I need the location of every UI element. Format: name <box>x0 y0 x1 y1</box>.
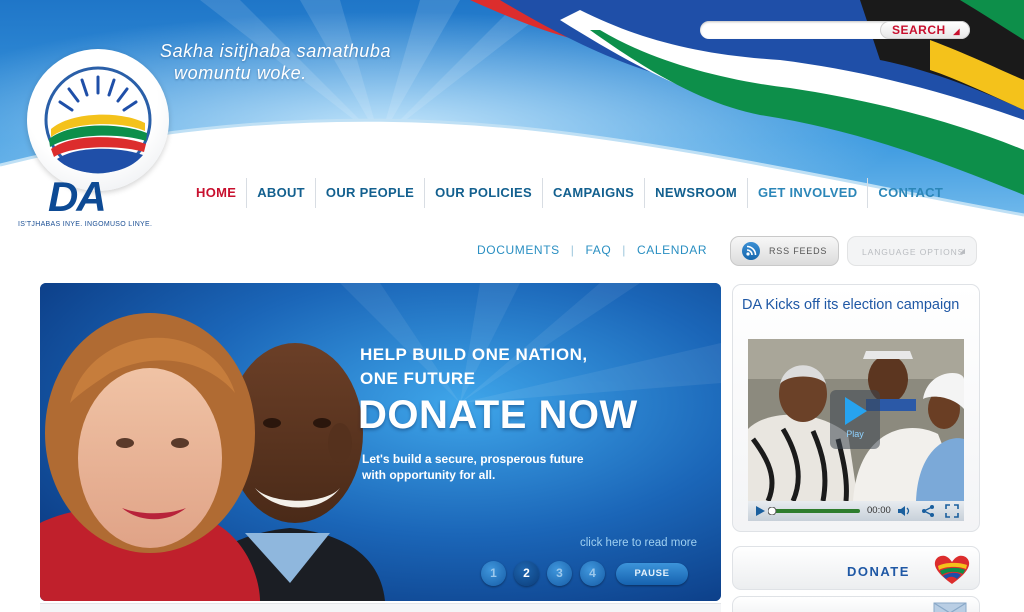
da-logo[interactable]: DA <box>27 49 169 220</box>
banner-headline-line-2: ONE FUTURE <box>360 369 476 388</box>
logo-sun-emblem <box>27 49 169 191</box>
dropdown-caret-icon: ◢ <box>959 248 965 255</box>
header-slogan: Sakha isitjhaba samathuba womuntu woke. <box>160 40 391 84</box>
nav-item-home[interactable]: HOME <box>186 178 246 208</box>
share-icon[interactable] <box>920 503 936 519</box>
heart-icon <box>934 555 970 584</box>
read-more-link[interactable]: click here to read more <box>580 537 697 549</box>
pager-page-4[interactable]: 4 <box>580 561 605 586</box>
nav-item-about[interactable]: ABOUT <box>246 178 315 208</box>
search-button-label: SEARCH <box>892 23 946 37</box>
nav-separator: | <box>622 243 626 257</box>
link-documents[interactable]: DOCUMENTS <box>477 243 560 257</box>
nav-item-get-involved[interactable]: GET INVOLVED <box>746 178 867 208</box>
side-donate-button[interactable]: DONATE <box>732 546 980 590</box>
banner-headline-line-1: HELP BUILD ONE NATION, <box>360 345 588 364</box>
search-box: SEARCH ◢ <box>700 21 970 39</box>
link-faq[interactable]: FAQ <box>585 243 611 257</box>
rss-feeds-label: RSS FEEDS <box>769 246 828 256</box>
side-donate-label: DONATE <box>847 564 910 579</box>
play-label: Play <box>846 429 864 439</box>
banner-headline: HELP BUILD ONE NATION, ONE FUTURE <box>360 343 588 391</box>
pager-page-3[interactable]: 3 <box>547 561 572 586</box>
banner-pagination: 1 2 3 4 PAUSE <box>481 561 688 586</box>
video-progress-bar[interactable] <box>768 507 860 515</box>
nav-item-our-policies[interactable]: OUR POLICIES <box>424 178 542 208</box>
nav-separator: | <box>570 243 575 257</box>
banner-subtext: Let's build a secure, prosperous future … <box>362 451 662 483</box>
donate-now-heading[interactable]: DONATE NOW <box>358 393 638 438</box>
banner-subtext-line-1: Let's build a secure, prosperous future <box>362 452 584 466</box>
language-options-dropdown[interactable]: LANGUAGE OPTIONS ◢ <box>847 236 977 266</box>
search-input[interactable] <box>708 22 878 38</box>
site-header: Sakha isitjhaba samathuba womuntu woke. … <box>0 0 1024 235</box>
search-arrow-icon: ◢ <box>953 27 960 36</box>
play-small-icon[interactable] <box>752 503 768 519</box>
nav-item-newsroom[interactable]: NEWSROOM <box>644 178 747 208</box>
play-icon <box>845 397 867 425</box>
volume-icon[interactable] <box>896 503 912 519</box>
banner-photo <box>40 283 721 601</box>
video-time: 00:00 <box>867 505 891 516</box>
pager-page-1[interactable]: 1 <box>481 561 506 586</box>
video-controls: 00:00 <box>748 501 964 521</box>
banner-bottom-edge <box>40 603 721 612</box>
next-widget[interactable] <box>732 596 980 612</box>
main-navigation: HOME ABOUT OUR PEOPLE OUR POLICIES CAMPA… <box>186 178 953 208</box>
donate-banner[interactable]: HELP BUILD ONE NATION, ONE FUTURE DONATE… <box>40 283 721 601</box>
language-options-label: LANGUAGE OPTIONS <box>862 247 965 257</box>
fullscreen-icon[interactable] <box>944 503 960 519</box>
sun-emblem-icon <box>44 66 152 174</box>
secondary-navigation: DOCUMENTS | FAQ | CALENDAR <box>477 243 707 257</box>
nav-item-our-people[interactable]: OUR PEOPLE <box>314 178 424 208</box>
play-button[interactable]: Play <box>830 390 880 449</box>
mail-icon <box>933 602 967 612</box>
rss-feeds-button[interactable]: RSS FEEDS <box>730 236 839 266</box>
slogan-line-1: Sakha isitjhaba samathuba <box>160 41 392 61</box>
logo-wordmark: DA <box>48 173 107 220</box>
link-calendar[interactable]: CALENDAR <box>637 243 707 257</box>
video-widget: DA Kicks off its election campaign Play … <box>732 284 980 532</box>
banner-subtext-line-2: with opportunity for all. <box>362 468 496 482</box>
video-title[interactable]: DA Kicks off its election campaign <box>742 295 972 315</box>
nav-item-campaigns[interactable]: CAMPAIGNS <box>541 178 644 208</box>
rss-icon <box>742 242 760 260</box>
nav-item-contact[interactable]: CONTACT <box>867 178 953 208</box>
pause-button[interactable]: PAUSE <box>616 562 688 585</box>
slogan-line-2: womuntu woke. <box>174 63 307 83</box>
search-button[interactable]: SEARCH ◢ <box>880 21 970 39</box>
video-player[interactable]: Play <box>748 339 964 501</box>
pager-page-2[interactable]: 2 <box>514 561 539 586</box>
logo-tagline: IS'TJHABAS INYE. INGOMUSO LINYE. <box>18 221 153 228</box>
